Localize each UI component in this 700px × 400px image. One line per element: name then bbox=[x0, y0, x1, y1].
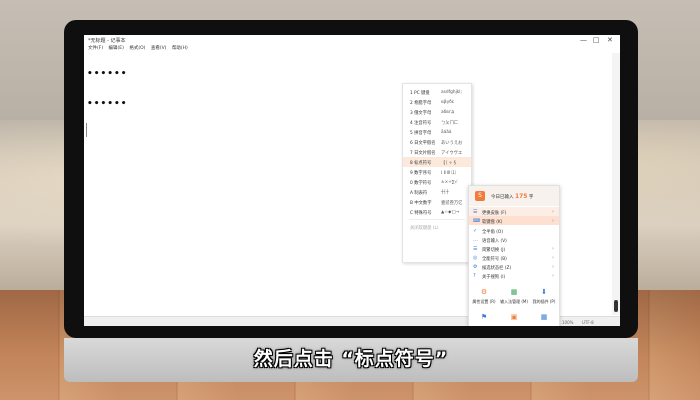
ime-item-soft-keyboard[interactable]: ⌨ 软键盘 (K) › bbox=[469, 216, 559, 225]
flag-icon[interactable]: ⚑ bbox=[479, 312, 489, 322]
menu-file[interactable]: 文件(F) bbox=[88, 46, 103, 51]
microphone-icon: … bbox=[473, 237, 478, 243]
input-count-text: 今日已输入 175 字 bbox=[491, 193, 534, 200]
ime-item-simplified-traditional[interactable]: ☰ 简繁切换 (J) › bbox=[469, 244, 559, 253]
ime-item-all-symbols[interactable]: ◎ 全能符号 (B) › bbox=[469, 253, 559, 262]
ime-tool-row: ⚙ 属性设置 (R) ▦ 输入法管理 (M) ⬇ 我的插件 (P) bbox=[469, 286, 559, 308]
ime-menu-panel: S 今日已输入 175 字 ☰ 更换皮肤 (F) › ⌨ 软键盘 (K) › ✓… bbox=[468, 185, 560, 326]
submenu-item-tab-symbols[interactable]: A 制表符 ┼┤┼ bbox=[403, 187, 471, 197]
chevron-right-icon: › bbox=[552, 255, 554, 261]
ime-item-candidate-bar[interactable]: ⚙ 候选状态栏 (Z) › bbox=[469, 262, 559, 271]
check-icon: ✓ bbox=[473, 228, 478, 234]
submenu-item-chinese-numerals[interactable]: B 中文数字 壹贰叁万亿 bbox=[403, 197, 471, 207]
skin-icon: ☰ bbox=[473, 209, 478, 215]
ime-bottom-icons: ⚑ ▣ ▦ bbox=[469, 310, 559, 324]
box-icon[interactable]: ▣ bbox=[509, 312, 519, 322]
keyboard-icon: ⌨ bbox=[473, 218, 481, 224]
close-icon[interactable]: ✕ bbox=[607, 36, 613, 44]
menu-bar: 文件(F) 编辑(E) 格式(O) 查看(V) 帮助(H) bbox=[84, 45, 620, 53]
chevron-right-icon: › bbox=[552, 209, 554, 215]
submenu-item-zhuyin[interactable]: 4 注音符号 ㄅㄆㄇㄈ bbox=[403, 117, 471, 127]
ime-manager-tool-button[interactable]: ▦ 输入法管理 (M) bbox=[499, 286, 529, 308]
chevron-right-icon: › bbox=[552, 264, 554, 270]
submenu-close-soft-keyboard[interactable]: 关闭软键盘 (L) bbox=[403, 222, 471, 232]
ime-item-skin[interactable]: ☰ 更换皮肤 (F) › bbox=[469, 207, 559, 216]
text-line-2: •••••• bbox=[87, 99, 128, 109]
submenu-item-numbering[interactable]: 9 数字序号 Ⅰ Ⅱ Ⅲ ⑴ bbox=[403, 167, 471, 177]
submenu-item-pinyin[interactable]: 5 拼音字母 āáǎà bbox=[403, 127, 471, 137]
chevron-right-icon: › bbox=[552, 246, 554, 252]
convert-icon: ☰ bbox=[473, 246, 478, 252]
gear-icon: ⚙ bbox=[480, 288, 488, 296]
download-icon: ⬇ bbox=[541, 288, 547, 296]
help-icon: ? bbox=[473, 273, 476, 279]
manager-icon: ▦ bbox=[510, 288, 518, 296]
window-title: *无标题 - 记事本 bbox=[88, 38, 126, 44]
status-encoding: UTF-8 bbox=[582, 320, 594, 325]
menu-edit[interactable]: 编辑(E) bbox=[109, 46, 124, 51]
scrollbar-track[interactable] bbox=[612, 53, 620, 315]
title-bar: *无标题 - 记事本 — □ ✕ bbox=[84, 35, 620, 45]
submenu-item-pc-keyboard[interactable]: 1 PC 键盘 asdfghjkl; bbox=[403, 87, 471, 97]
settings-icon: ⚙ bbox=[473, 264, 478, 270]
status-zoom: 100% bbox=[562, 320, 574, 325]
video-caption: 然后点击 “标点符号” bbox=[253, 348, 449, 370]
ime-item-voice-input[interactable]: … 语音输入 (V) bbox=[469, 235, 559, 244]
plugins-tool-button[interactable]: ⬇ 我的插件 (P) bbox=[529, 286, 559, 308]
minimize-icon[interactable]: — bbox=[580, 36, 587, 44]
grid-icon[interactable]: ▦ bbox=[539, 312, 549, 322]
sogou-logo-icon: S bbox=[475, 191, 485, 201]
notepad-window: *无标题 - 记事本 — □ ✕ 文件(F) 编辑(E) 格式(O) 查看(V)… bbox=[84, 35, 620, 326]
scrollbar-thumb[interactable] bbox=[614, 300, 618, 312]
ime-item-full-half-width[interactable]: ✓ 全半角 (O) bbox=[469, 226, 559, 235]
submenu-item-russian[interactable]: 3 俄文字母 абвгд bbox=[403, 107, 471, 117]
input-count-value: 175 bbox=[514, 193, 528, 200]
chevron-right-icon: › bbox=[552, 273, 554, 279]
ime-panel-header: S 今日已输入 175 字 bbox=[469, 186, 559, 206]
settings-tool-button[interactable]: ⚙ 属性设置 (R) bbox=[469, 286, 499, 308]
submenu-item-math[interactable]: 0 数学符号 ±×÷∑√ bbox=[403, 177, 471, 187]
maximize-icon[interactable]: □ bbox=[593, 36, 600, 44]
menu-view[interactable]: 查看(V) bbox=[151, 46, 167, 51]
submenu-item-hiragana[interactable]: 6 日文平假名 あいうえお bbox=[403, 137, 471, 147]
soft-keyboard-submenu: 1 PC 键盘 asdfghjkl; 2 希腊字母 αβγδε 3 俄文字母 а… bbox=[402, 83, 472, 263]
submenu-item-katakana[interactable]: 7 日文片假名 アイウヴエ bbox=[403, 147, 471, 157]
text-caret bbox=[86, 123, 87, 137]
text-line-1: •••••• bbox=[87, 69, 128, 79]
submenu-divider bbox=[409, 219, 465, 220]
submenu-item-greek[interactable]: 2 希腊字母 αβγδε bbox=[403, 97, 471, 107]
submenu-item-special-symbols[interactable]: C 特殊符号 ▲☆◆□→ bbox=[403, 207, 471, 217]
chevron-right-icon: › bbox=[552, 218, 554, 224]
submenu-item-punctuation[interactable]: 8 标点符号 【（ ÷ § bbox=[403, 157, 471, 167]
menu-help[interactable]: 帮助(H) bbox=[172, 46, 188, 51]
symbols-icon: ◎ bbox=[473, 255, 478, 261]
menu-format[interactable]: 格式(O) bbox=[129, 46, 145, 51]
ime-item-about[interactable]: ? 关于搜狗 (I) › bbox=[469, 271, 559, 280]
